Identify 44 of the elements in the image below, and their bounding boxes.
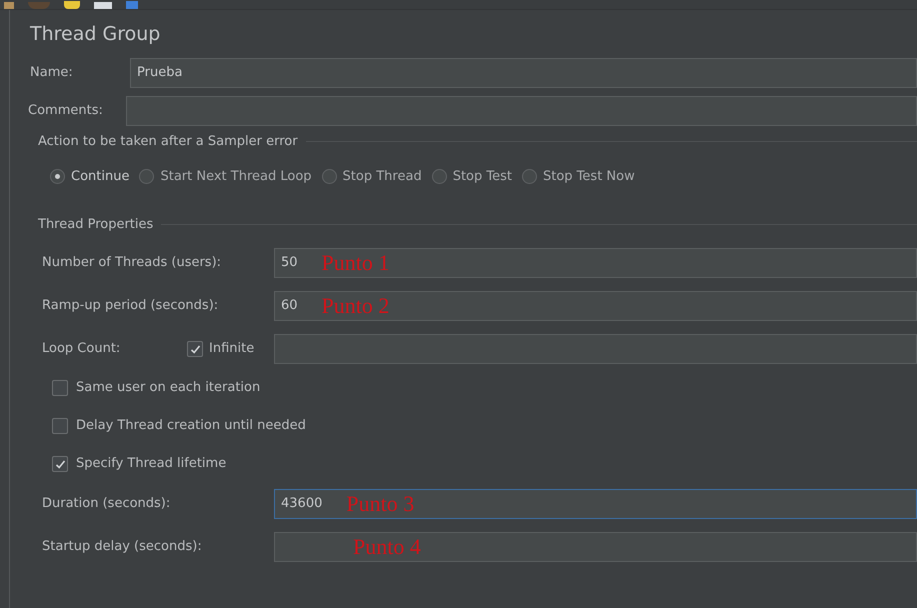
checkbox-label: Specify Thread lifetime	[76, 455, 226, 474]
field-label: Duration (seconds):	[42, 495, 172, 514]
checkbox[interactable]	[52, 418, 68, 434]
radio-button[interactable]	[139, 169, 154, 184]
checkbox[interactable]	[52, 456, 68, 472]
group-legend: Thread Properties	[38, 214, 154, 234]
checkbox-label: Infinite	[209, 340, 254, 358]
radio-button[interactable]	[432, 169, 447, 184]
radio-option[interactable]: Stop Test	[432, 167, 512, 186]
annotation-text: Punto 3	[346, 493, 414, 515]
field-value: 43600	[281, 495, 322, 514]
checkbox[interactable]	[52, 380, 68, 396]
radio-button[interactable]	[322, 169, 337, 184]
checkmark-icon	[190, 344, 200, 354]
field-value: Prueba	[137, 64, 182, 82]
field-value: 60	[281, 297, 298, 316]
panel-title: Thread Group	[30, 22, 162, 47]
input-field[interactable]: Prueba	[130, 58, 917, 88]
field-label: Number of Threads (users):	[42, 254, 222, 272]
field-label: Comments:	[28, 102, 104, 120]
field-label: Loop Count:	[42, 340, 122, 358]
radio-button[interactable]	[50, 169, 65, 184]
checkbox-label: Same user on each iteration	[76, 379, 260, 398]
field-value: 50	[281, 254, 298, 272]
annotation-text: Punto 1	[322, 252, 390, 274]
checkmark-icon	[54, 458, 66, 470]
annotation-text: Punto 2	[322, 295, 390, 317]
checkbox-label: Delay Thread creation until needed	[76, 417, 306, 436]
radio-option[interactable]: Continue	[50, 167, 130, 186]
input-field[interactable]: 43600 Punto 3	[274, 489, 917, 519]
field-label: Ramp-up period (seconds):	[42, 297, 220, 316]
input-field[interactable]	[274, 334, 917, 364]
input-field[interactable]: 60 Punto 2	[274, 291, 917, 321]
checkbox[interactable]	[187, 341, 203, 357]
radio-option[interactable]: Stop Test Now	[522, 167, 635, 186]
input-field[interactable]: 50 Punto 1	[274, 248, 917, 278]
annotation-text: Punto 4	[353, 536, 421, 558]
field-label: Name:	[30, 64, 74, 82]
field-label: Startup delay (seconds):	[42, 538, 203, 556]
radio-option[interactable]: Start Next Thread Loop	[139, 167, 312, 186]
radio-button[interactable]	[522, 169, 537, 184]
radio-option[interactable]: Stop Thread	[322, 167, 422, 186]
input-field[interactable]	[126, 96, 917, 126]
group-legend: Action to be taken after a Sampler error	[38, 132, 298, 151]
